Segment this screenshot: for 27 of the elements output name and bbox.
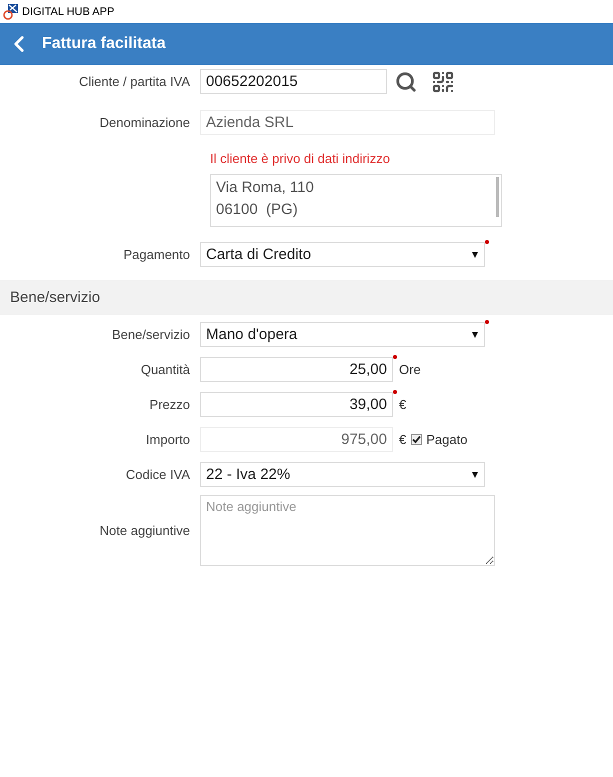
- checkbox-label: Pagato: [426, 432, 468, 447]
- warning-message: Il cliente è privo di dati indirizzo: [210, 151, 390, 166]
- field-label: Importo: [144, 432, 191, 447]
- unit-label: €: [399, 432, 406, 447]
- section-title: Bene/servizio: [10, 289, 100, 306]
- field-label: Codice IVA: [124, 467, 191, 482]
- checkbox[interactable]: [411, 434, 422, 445]
- field-label: Bene/servizio: [110, 327, 191, 342]
- app-title: DIGITAL HUB APP: [22, 6, 114, 18]
- select-field[interactable]: 22 - Iva 22%: [200, 462, 485, 487]
- page-title: Fattura facilitata: [42, 35, 166, 53]
- notes-field[interactable]: Note aggiuntive: [200, 495, 495, 566]
- field-label: Quantità: [140, 362, 191, 377]
- field-label: Note aggiuntive: [98, 523, 191, 538]
- vat-number-field[interactable]: 00652202015: [200, 69, 387, 94]
- field-label: Cliente / partita IVA: [78, 74, 191, 89]
- unit-label: €: [399, 397, 406, 412]
- app-logo-icon: [2, 4, 18, 20]
- unit-label: Ore: [399, 362, 421, 377]
- field-label: Pagamento: [122, 247, 191, 262]
- field-label: Denominazione: [98, 115, 191, 130]
- field-label: Prezzo: [148, 397, 191, 412]
- address-field[interactable]: Via Roma, 110 06100 (PG): [210, 174, 502, 227]
- search-icon[interactable]: [395, 70, 417, 92]
- name-field: Azienda SRL: [200, 110, 495, 135]
- number-field: 975,00: [200, 427, 393, 452]
- qr-code-icon[interactable]: [431, 70, 455, 94]
